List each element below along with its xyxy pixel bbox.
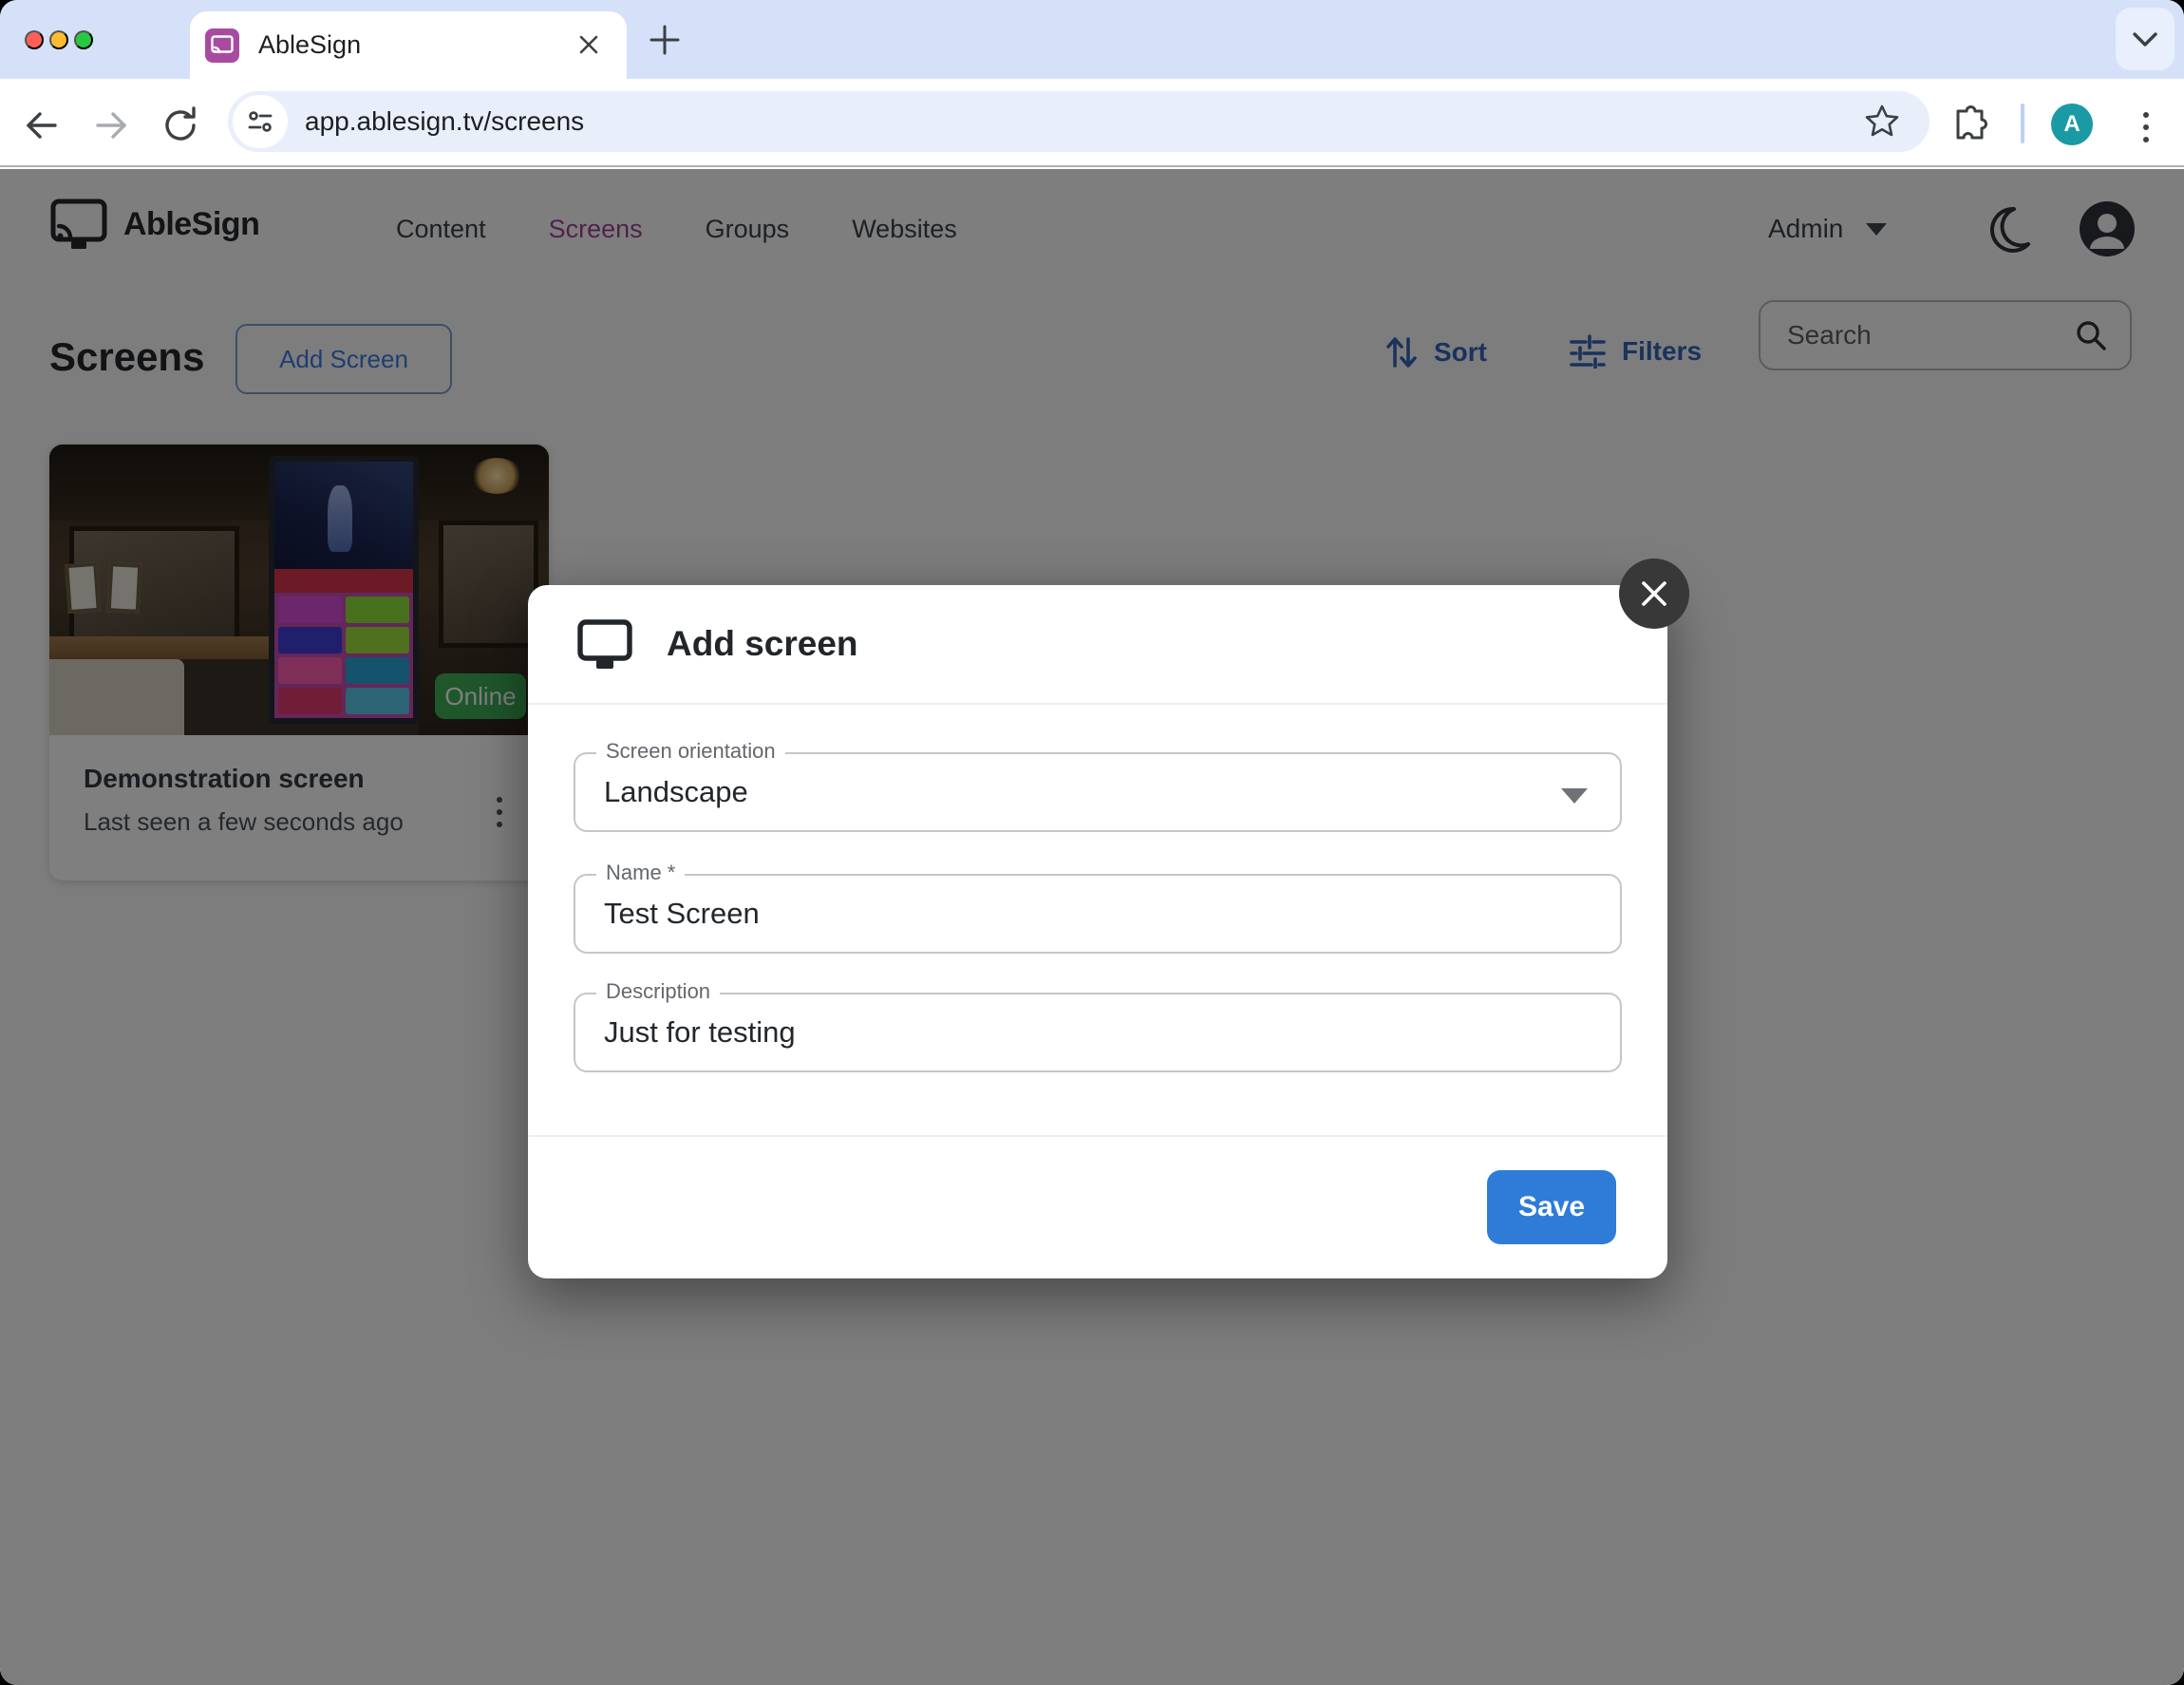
browser-profile-avatar[interactable]: A [2051, 104, 2093, 145]
monitor-icon [575, 615, 634, 673]
close-icon[interactable] [1619, 559, 1689, 629]
add-screen-modal: Add screen Screen orientation Landscape … [528, 585, 1667, 1278]
browser-toolbar: app.ablesign.tv/screens A [0, 79, 2184, 167]
select-arrow-icon [1561, 788, 1588, 804]
modal-footer: Save [528, 1135, 1667, 1278]
name-input[interactable] [604, 878, 1553, 950]
bookmark-star-icon[interactable] [1863, 102, 1903, 142]
tab-search-chevron-icon[interactable] [2116, 8, 2175, 70]
site-settings-tune-icon[interactable] [233, 95, 288, 148]
browser-menu-kebab-icon[interactable] [2125, 102, 2167, 147]
macos-close-button[interactable] [25, 30, 44, 49]
orientation-value: Landscape [604, 754, 748, 830]
forward-icon[interactable] [90, 104, 132, 146]
tab-favicon-cast-icon [205, 28, 239, 63]
toolbar-divider [2021, 104, 2024, 143]
extensions-puzzle-icon[interactable] [1951, 102, 1997, 147]
browser-tab[interactable]: AbleSign [190, 11, 627, 79]
tab-title: AbleSign [258, 30, 361, 60]
browser-window: AbleSign [0, 0, 2184, 1685]
tab-strip: AbleSign [0, 0, 2184, 79]
modal-title: Add screen [667, 624, 858, 664]
page-viewport: AbleSign Content Screens Groups Websites… [0, 169, 2184, 1685]
url-text[interactable]: app.ablesign.tv/screens [305, 106, 584, 137]
url-bar[interactable]: app.ablesign.tv/screens [228, 91, 1930, 152]
orientation-select[interactable]: Screen orientation Landscape [574, 752, 1622, 832]
modal-header: Add screen [528, 585, 1667, 705]
new-tab-button[interactable] [644, 19, 686, 61]
macos-zoom-button[interactable] [74, 30, 93, 49]
reload-icon[interactable] [160, 104, 201, 146]
tab-close-icon[interactable] [572, 28, 606, 62]
save-button[interactable]: Save [1487, 1170, 1616, 1244]
macos-minimize-button[interactable] [49, 30, 68, 49]
name-field: Name * [574, 874, 1622, 954]
description-field: Description [574, 993, 1622, 1072]
description-input[interactable] [604, 996, 1553, 1069]
back-icon[interactable] [21, 104, 63, 146]
